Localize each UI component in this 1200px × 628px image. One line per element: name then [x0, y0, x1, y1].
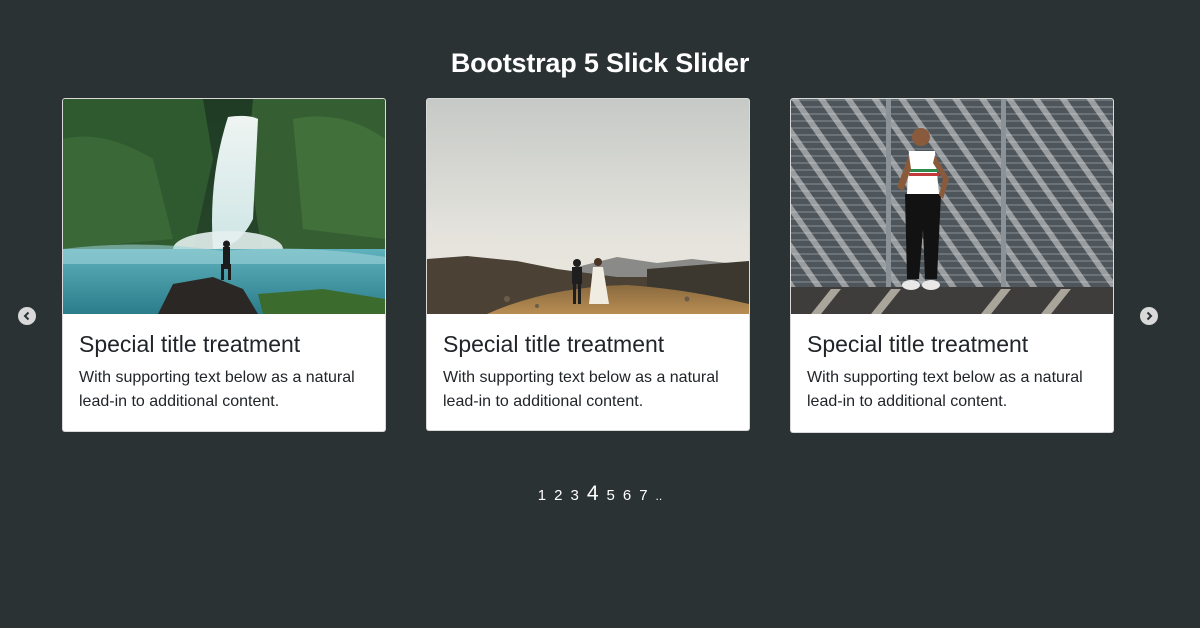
card-text: With supporting text below as a natural …	[79, 369, 355, 410]
slide-card[interactable]: Special title treatment With supporting …	[62, 98, 386, 432]
page-link-6[interactable]: 6	[619, 482, 635, 510]
slide-card[interactable]: Special title treatment With supporting …	[790, 98, 1114, 433]
page-link-4-active[interactable]: 4	[583, 480, 603, 508]
chevron-right-icon	[1146, 311, 1153, 321]
page-link-5[interactable]: 5	[603, 482, 619, 510]
card-title: Special title treatment	[79, 331, 301, 357]
page-link-2[interactable]: 2	[550, 482, 566, 510]
page-link-7[interactable]: 7	[635, 482, 651, 510]
card-title: Special title treatment	[443, 331, 665, 357]
waterfall-photo	[63, 99, 385, 314]
slide-card[interactable]: Special title treatment With supporting …	[426, 98, 750, 431]
chevron-left-icon	[23, 311, 30, 321]
page-link-1[interactable]: 1	[534, 482, 550, 510]
next-arrow-button[interactable]	[1140, 307, 1158, 325]
page-title: Bootstrap 5 Slick Slider	[450, 48, 750, 78]
prev-arrow-button[interactable]	[18, 307, 36, 325]
page-more[interactable]: ..	[652, 482, 667, 510]
card-text: With supporting text below as a natural …	[443, 369, 719, 410]
couple-in-field-photo	[427, 99, 749, 314]
woman-against-shutters-photo	[791, 99, 1113, 314]
card-text: With supporting text below as a natural …	[807, 369, 1083, 410]
card-title: Special title treatment	[807, 331, 1029, 357]
pagination: 1 2 3 4 5 6 7 ..	[0, 480, 1200, 510]
page-link-3[interactable]: 3	[566, 482, 582, 510]
